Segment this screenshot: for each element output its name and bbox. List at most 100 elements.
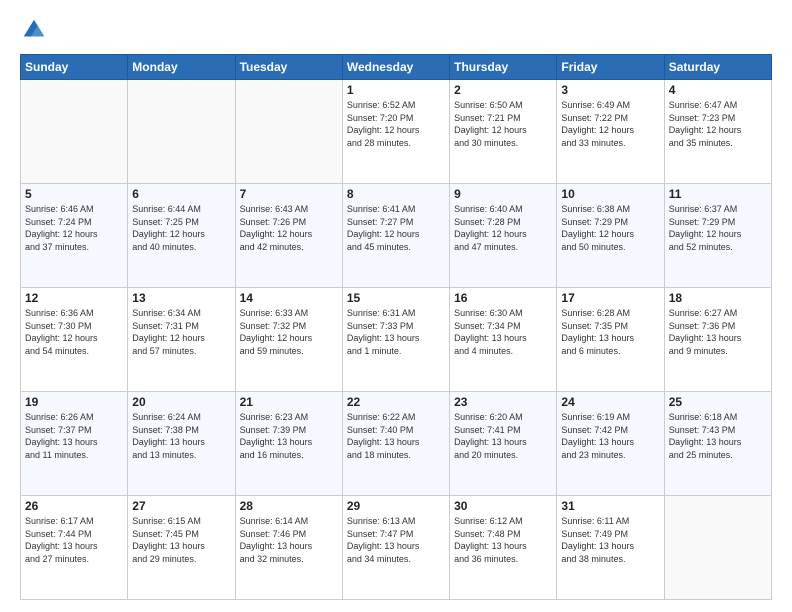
day-number: 15 <box>347 291 445 305</box>
day-info: Sunrise: 6:46 AM Sunset: 7:24 PM Dayligh… <box>25 203 123 253</box>
day-info: Sunrise: 6:22 AM Sunset: 7:40 PM Dayligh… <box>347 411 445 461</box>
col-header-sunday: Sunday <box>21 55 128 80</box>
calendar-cell: 9 Sunrise: 6:40 AM Sunset: 7:28 PM Daylig… <box>450 184 557 288</box>
calendar-cell <box>128 80 235 184</box>
day-info: Sunrise: 6:31 AM Sunset: 7:33 PM Dayligh… <box>347 307 445 357</box>
col-header-thursday: Thursday <box>450 55 557 80</box>
day-info: Sunrise: 6:34 AM Sunset: 7:31 PM Dayligh… <box>132 307 230 357</box>
logo <box>20 16 52 44</box>
calendar-week-1: 1 Sunrise: 6:52 AM Sunset: 7:20 PM Daylig… <box>21 80 772 184</box>
day-info: Sunrise: 6:44 AM Sunset: 7:25 PM Dayligh… <box>132 203 230 253</box>
day-number: 16 <box>454 291 552 305</box>
calendar-cell: 24Sunrise: 6:19 AM Sunset: 7:42 PM Dayli… <box>557 392 664 496</box>
calendar-cell: 10Sunrise: 6:38 AM Sunset: 7:29 PM Dayli… <box>557 184 664 288</box>
day-number: 1 <box>347 83 445 97</box>
col-header-friday: Friday <box>557 55 664 80</box>
calendar-cell: 6 Sunrise: 6:44 AM Sunset: 7:25 PM Daylig… <box>128 184 235 288</box>
day-info: Sunrise: 6:52 AM Sunset: 7:20 PM Dayligh… <box>347 99 445 149</box>
day-info: Sunrise: 6:11 AM Sunset: 7:49 PM Dayligh… <box>561 515 659 565</box>
calendar-header-row: SundayMondayTuesdayWednesdayThursdayFrid… <box>21 55 772 80</box>
calendar-cell: 17Sunrise: 6:28 AM Sunset: 7:35 PM Dayli… <box>557 288 664 392</box>
day-info: Sunrise: 6:12 AM Sunset: 7:48 PM Dayligh… <box>454 515 552 565</box>
day-number: 18 <box>669 291 767 305</box>
calendar-cell: 25Sunrise: 6:18 AM Sunset: 7:43 PM Dayli… <box>664 392 771 496</box>
page: SundayMondayTuesdayWednesdayThursdayFrid… <box>0 0 792 612</box>
day-number: 13 <box>132 291 230 305</box>
calendar-cell: 3 Sunrise: 6:49 AM Sunset: 7:22 PM Daylig… <box>557 80 664 184</box>
calendar-cell: 7 Sunrise: 6:43 AM Sunset: 7:26 PM Daylig… <box>235 184 342 288</box>
col-header-wednesday: Wednesday <box>342 55 449 80</box>
calendar-cell: 20 Sunrise: 6:24 AM Sunset: 7:38 PM Dayli… <box>128 392 235 496</box>
day-info: Sunrise: 6:30 AM Sunset: 7:34 PM Dayligh… <box>454 307 552 357</box>
calendar-week-5: 26 Sunrise: 6:17 AM Sunset: 7:44 PM Dayli… <box>21 496 772 600</box>
calendar-cell <box>664 496 771 600</box>
day-number: 2 <box>454 83 552 97</box>
day-info: Sunrise: 6:28 AM Sunset: 7:35 PM Dayligh… <box>561 307 659 357</box>
calendar-cell: 2 Sunrise: 6:50 AM Sunset: 7:21 PM Daylig… <box>450 80 557 184</box>
calendar-cell: 26 Sunrise: 6:17 AM Sunset: 7:44 PM Dayli… <box>21 496 128 600</box>
calendar-cell: 8Sunrise: 6:41 AM Sunset: 7:27 PM Daylig… <box>342 184 449 288</box>
day-number: 26 <box>25 499 123 513</box>
day-info: Sunrise: 6:37 AM Sunset: 7:29 PM Dayligh… <box>669 203 767 253</box>
day-info: Sunrise: 6:17 AM Sunset: 7:44 PM Dayligh… <box>25 515 123 565</box>
day-info: Sunrise: 6:47 AM Sunset: 7:23 PM Dayligh… <box>669 99 767 149</box>
day-number: 28 <box>240 499 338 513</box>
calendar-week-2: 5 Sunrise: 6:46 AM Sunset: 7:24 PM Daylig… <box>21 184 772 288</box>
day-number: 4 <box>669 83 767 97</box>
calendar-cell: 18Sunrise: 6:27 AM Sunset: 7:36 PM Dayli… <box>664 288 771 392</box>
day-info: Sunrise: 6:36 AM Sunset: 7:30 PM Dayligh… <box>25 307 123 357</box>
day-info: Sunrise: 6:15 AM Sunset: 7:45 PM Dayligh… <box>132 515 230 565</box>
day-number: 8 <box>347 187 445 201</box>
col-header-saturday: Saturday <box>664 55 771 80</box>
day-number: 29 <box>347 499 445 513</box>
calendar-cell: 27 Sunrise: 6:15 AM Sunset: 7:45 PM Dayli… <box>128 496 235 600</box>
day-info: Sunrise: 6:40 AM Sunset: 7:28 PM Dayligh… <box>454 203 552 253</box>
day-number: 20 <box>132 395 230 409</box>
calendar-cell: 28 Sunrise: 6:14 AM Sunset: 7:46 PM Dayli… <box>235 496 342 600</box>
day-info: Sunrise: 6:24 AM Sunset: 7:38 PM Dayligh… <box>132 411 230 461</box>
calendar-cell: 23Sunrise: 6:20 AM Sunset: 7:41 PM Dayli… <box>450 392 557 496</box>
calendar-cell <box>235 80 342 184</box>
day-number: 21 <box>240 395 338 409</box>
calendar-cell: 4 Sunrise: 6:47 AM Sunset: 7:23 PM Daylig… <box>664 80 771 184</box>
calendar-cell: 21 Sunrise: 6:23 AM Sunset: 7:39 PM Dayli… <box>235 392 342 496</box>
calendar-cell: 5 Sunrise: 6:46 AM Sunset: 7:24 PM Daylig… <box>21 184 128 288</box>
calendar-cell: 13 Sunrise: 6:34 AM Sunset: 7:31 PM Dayli… <box>128 288 235 392</box>
calendar-cell: 14 Sunrise: 6:33 AM Sunset: 7:32 PM Dayli… <box>235 288 342 392</box>
calendar-cell: 31Sunrise: 6:11 AM Sunset: 7:49 PM Dayli… <box>557 496 664 600</box>
calendar-cell: 19 Sunrise: 6:26 AM Sunset: 7:37 PM Dayli… <box>21 392 128 496</box>
calendar-cell: 12 Sunrise: 6:36 AM Sunset: 7:30 PM Dayli… <box>21 288 128 392</box>
calendar-cell: 1 Sunrise: 6:52 AM Sunset: 7:20 PM Daylig… <box>342 80 449 184</box>
col-header-monday: Monday <box>128 55 235 80</box>
day-info: Sunrise: 6:49 AM Sunset: 7:22 PM Dayligh… <box>561 99 659 149</box>
day-number: 14 <box>240 291 338 305</box>
calendar-week-3: 12 Sunrise: 6:36 AM Sunset: 7:30 PM Dayli… <box>21 288 772 392</box>
day-info: Sunrise: 6:26 AM Sunset: 7:37 PM Dayligh… <box>25 411 123 461</box>
header <box>20 16 772 44</box>
day-number: 12 <box>25 291 123 305</box>
day-number: 27 <box>132 499 230 513</box>
day-info: Sunrise: 6:14 AM Sunset: 7:46 PM Dayligh… <box>240 515 338 565</box>
day-info: Sunrise: 6:13 AM Sunset: 7:47 PM Dayligh… <box>347 515 445 565</box>
day-number: 5 <box>25 187 123 201</box>
day-number: 3 <box>561 83 659 97</box>
logo-icon <box>20 16 48 44</box>
calendar-cell <box>21 80 128 184</box>
col-header-tuesday: Tuesday <box>235 55 342 80</box>
day-info: Sunrise: 6:18 AM Sunset: 7:43 PM Dayligh… <box>669 411 767 461</box>
day-number: 19 <box>25 395 123 409</box>
day-number: 9 <box>454 187 552 201</box>
calendar-cell: 30 Sunrise: 6:12 AM Sunset: 7:48 PM Dayli… <box>450 496 557 600</box>
day-info: Sunrise: 6:33 AM Sunset: 7:32 PM Dayligh… <box>240 307 338 357</box>
day-number: 10 <box>561 187 659 201</box>
calendar-table: SundayMondayTuesdayWednesdayThursdayFrid… <box>20 54 772 600</box>
day-number: 7 <box>240 187 338 201</box>
day-number: 6 <box>132 187 230 201</box>
day-info: Sunrise: 6:50 AM Sunset: 7:21 PM Dayligh… <box>454 99 552 149</box>
day-info: Sunrise: 6:23 AM Sunset: 7:39 PM Dayligh… <box>240 411 338 461</box>
day-info: Sunrise: 6:20 AM Sunset: 7:41 PM Dayligh… <box>454 411 552 461</box>
day-info: Sunrise: 6:19 AM Sunset: 7:42 PM Dayligh… <box>561 411 659 461</box>
calendar-cell: 22Sunrise: 6:22 AM Sunset: 7:40 PM Dayli… <box>342 392 449 496</box>
day-number: 30 <box>454 499 552 513</box>
day-info: Sunrise: 6:43 AM Sunset: 7:26 PM Dayligh… <box>240 203 338 253</box>
